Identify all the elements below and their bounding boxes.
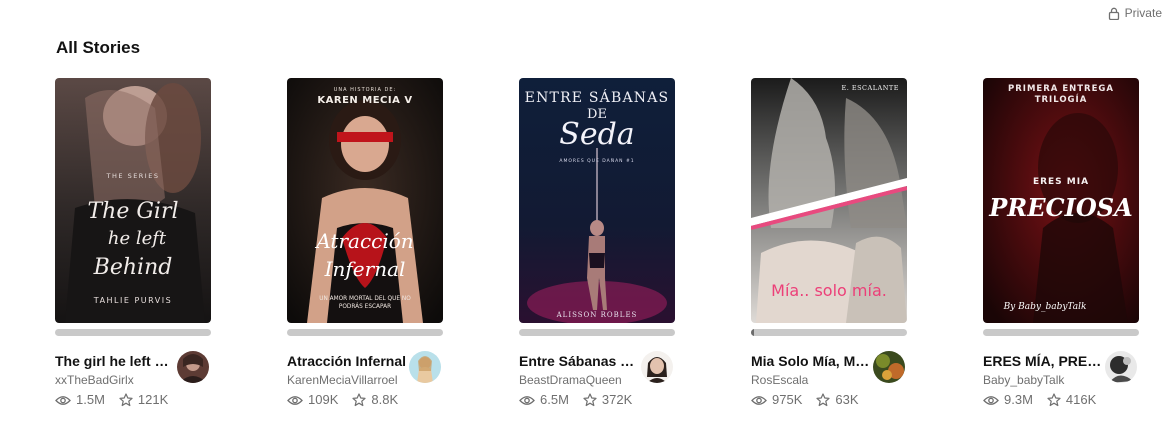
svg-text:TRILOGÍA: TRILOGÍA [1035,93,1088,105]
cover-image: THE SERIES The Girl he left Behind TAHLI… [55,78,211,323]
author-avatar[interactable] [409,351,441,383]
svg-text:UNA HISTORIA DE:: UNA HISTORIA DE: [334,87,396,93]
svg-text:E. ESCALANTE: E. ESCALANTE [841,84,899,92]
votes-count: 63K [835,392,859,407]
story-cover[interactable]: THE SERIES The Girl he left Behind TAHLI… [55,78,211,323]
privacy-label: Private [1124,6,1162,20]
privacy-indicator: Private [1108,6,1162,20]
story-card[interactable]: PRIMERA ENTREGA TRILOGÍA ERES MIA PRECIO… [983,78,1139,413]
votes-count: 8.8K [371,392,399,407]
story-stats: 109K 8.8K [287,392,443,408]
author-avatar[interactable] [873,351,905,383]
eye-icon [751,395,767,405]
story-cover[interactable]: PRIMERA ENTREGA TRILOGÍA ERES MIA PRECIO… [983,78,1139,323]
svg-text:PODRÁS ESCAPAR: PODRÁS ESCAPAR [339,303,391,310]
votes-stat: 416K [1047,392,1096,408]
reading-progress [55,329,211,336]
star-icon [119,393,133,407]
svg-text:By Baby_babyTalk: By Baby_babyTalk [1003,302,1087,312]
svg-text:Behind: Behind [93,255,173,280]
svg-text:THE SERIES: THE SERIES [106,172,160,180]
votes-stat: 121K [119,392,168,408]
reads-stat: 1.5M [55,392,105,408]
svg-text:ENTRE SÁBANAS: ENTRE SÁBANAS [525,88,670,106]
votes-count: 372K [601,392,633,407]
votes-count: 416K [1065,392,1097,407]
svg-text:PRECIOSA: PRECIOSA [988,193,1132,222]
svg-text:ERES MIA: ERES MIA [1033,177,1089,187]
reads-stat: 109K [287,392,338,408]
cover-image: ENTRE SÁBANAS DE Seda AMORES QUE DAÑAN #… [519,78,675,323]
lock-icon [1108,7,1119,20]
svg-text:Seda: Seda [559,117,634,152]
story-title[interactable]: Entre Sábanas de Seda [519,353,639,370]
story-stats: 9.3M 416K [983,392,1139,408]
cover-image: PRIMERA ENTREGA TRILOGÍA ERES MIA PRECIO… [983,78,1139,323]
story-cover[interactable]: ENTRE SÁBANAS DE Seda AMORES QUE DAÑAN #… [519,78,675,323]
reads-stat: 6.5M [519,392,569,408]
reads-count: 975K [772,392,803,407]
svg-text:Infernal: Infernal [324,257,406,281]
reads-count: 1.5M [76,392,105,407]
story-stats: 6.5M 372K [519,392,675,408]
story-title[interactable]: ERES MÍA, PRECIOSA [983,353,1103,370]
story-title[interactable]: Mia Solo Mía, Mía solo mía [751,353,871,370]
svg-text:AMORES QUE DAÑAN #1: AMORES QUE DAÑAN #1 [559,157,634,164]
eye-icon [55,395,71,405]
reads-stat: 9.3M [983,392,1033,408]
reads-stat: 975K [751,392,802,408]
votes-stat: 63K [816,392,859,408]
story-card[interactable]: E. ESCALANTE Mía.. solo mía. Mia Solo Mí… [751,78,907,413]
eye-icon [519,395,535,405]
svg-text:The Girl: The Girl [87,199,178,224]
svg-text:he left: he left [108,228,167,249]
story-card[interactable]: THE SERIES The Girl he left Behind TAHLI… [55,78,211,413]
svg-text:KAREN MECIA V: KAREN MECIA V [317,95,412,106]
votes-stat: 372K [583,392,632,408]
story-cover[interactable]: UNA HISTORIA DE: KAREN MECIA V Atracción… [287,78,443,323]
reads-count: 109K [308,392,339,407]
star-icon [1047,393,1061,407]
star-icon [816,393,830,407]
story-list: THE SERIES The Girl he left Behind TAHLI… [55,78,1139,413]
eye-icon [287,395,303,405]
reading-progress [287,329,443,336]
svg-text:ALISSON ROBLES: ALISSON ROBLES [556,311,638,319]
author-avatar[interactable] [177,351,209,383]
author-avatar[interactable] [1105,351,1137,383]
cover-image: UNA HISTORIA DE: KAREN MECIA V Atracción… [287,78,443,323]
story-card[interactable]: UNA HISTORIA DE: KAREN MECIA V Atracción… [287,78,443,413]
votes-stat: 8.8K [352,392,398,408]
svg-text:UN AMOR MORTAL DEL QUE NO: UN AMOR MORTAL DEL QUE NO [319,296,411,302]
eye-icon [983,395,999,405]
reading-progress [983,329,1139,336]
reads-count: 6.5M [540,392,569,407]
section-title: All Stories [56,38,141,57]
story-title[interactable]: Atracción Infernal [287,353,407,370]
svg-text:Mía.. solo mía.: Mía.. solo mía. [771,281,887,300]
votes-count: 121K [137,392,169,407]
reading-progress [751,329,907,336]
story-stats: 975K 63K [751,392,907,408]
reads-count: 9.3M [1004,392,1033,407]
svg-text:TAHLIE PURVIS: TAHLIE PURVIS [93,296,172,305]
author-avatar[interactable] [641,351,673,383]
star-icon [352,393,366,407]
story-stats: 1.5M 121K [55,392,211,408]
cover-image: E. ESCALANTE Mía.. solo mía. [751,78,907,323]
svg-text:PRIMERA ENTREGA: PRIMERA ENTREGA [1008,84,1114,94]
svg-text:Atracción: Atracción [314,229,413,253]
reading-progress [519,329,675,336]
star-icon [583,393,597,407]
story-title[interactable]: The girl he left Behind [55,353,175,370]
story-card[interactable]: ENTRE SÁBANAS DE Seda AMORES QUE DAÑAN #… [519,78,675,413]
story-cover[interactable]: E. ESCALANTE Mía.. solo mía. [751,78,907,323]
